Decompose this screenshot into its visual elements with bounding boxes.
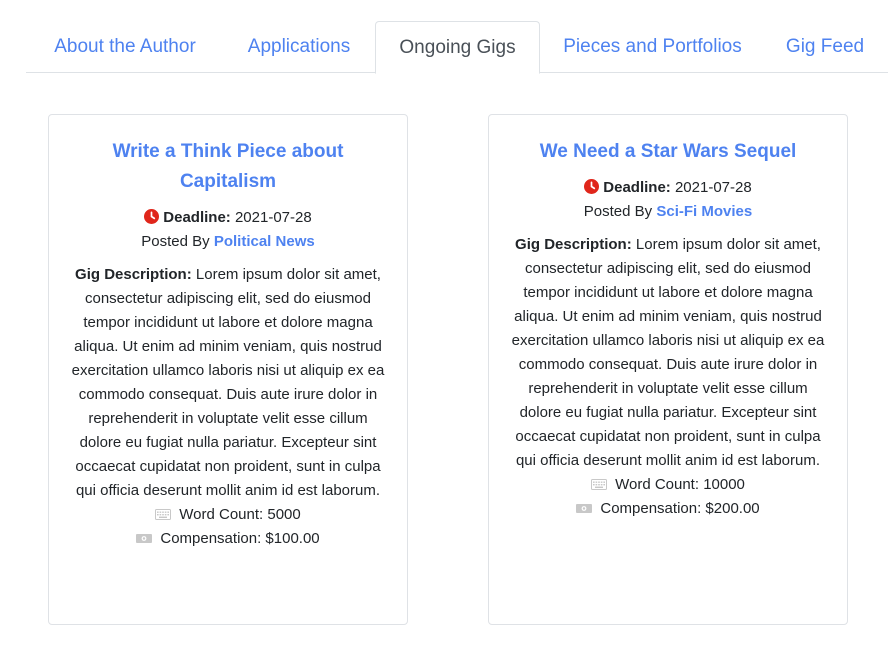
deadline-line: Deadline: 2021-07-28 <box>67 206 389 230</box>
compensation-line: Compensation: $100.00 <box>67 527 389 551</box>
posted-by-line: Posted By Political News <box>67 230 389 254</box>
deadline-label: Deadline: <box>603 179 671 196</box>
deadline-value: 2021-07-28 <box>234 209 312 226</box>
description-label: Gig Description: <box>75 266 192 283</box>
keyboard-icon <box>591 479 608 490</box>
tab-gig-feed[interactable]: Gig Feed <box>765 21 885 73</box>
word-count: Word Count: 10000 <box>615 476 745 493</box>
gig-title-link[interactable]: Write a Think Piece about Capitalism <box>67 137 389 197</box>
word-count: Word Count: 5000 <box>179 506 301 523</box>
gig-title-link[interactable]: We Need a Star Wars Sequel <box>507 137 829 167</box>
deadline-value: 2021-07-28 <box>674 179 752 196</box>
word-count-line: Word Count: 10000 <box>507 473 829 497</box>
gig-tabs: About the Author Applications Ongoing Gi… <box>26 21 888 74</box>
description-label: Gig Description: <box>515 236 632 253</box>
cash-icon <box>576 504 593 513</box>
compensation: Compensation: $100.00 <box>160 530 320 547</box>
gig-description: Gig Description: Lorem ipsum dolor sit a… <box>67 263 389 503</box>
gig-description: Gig Description: Lorem ipsum dolor sit a… <box>507 233 829 473</box>
tab-ongoing-gigs[interactable]: Ongoing Gigs <box>375 21 540 74</box>
compensation: Compensation: $200.00 <box>600 500 760 517</box>
word-count-line: Word Count: 5000 <box>67 503 389 527</box>
cash-icon <box>136 534 153 543</box>
tab-applications[interactable]: Applications <box>224 21 374 73</box>
deadline-line: Deadline: 2021-07-28 <box>507 176 829 200</box>
clock-icon <box>584 179 600 194</box>
posted-by-link[interactable]: Political News <box>214 233 315 250</box>
posted-by-link[interactable]: Sci-Fi Movies <box>656 203 752 220</box>
deadline-label: Deadline: <box>163 209 231 226</box>
gig-card: We Need a Star Wars Sequel Deadline: 202… <box>488 114 848 625</box>
gig-card: Write a Think Piece about Capitalism Dea… <box>48 114 408 625</box>
posted-by-label: Posted By <box>583 203 653 220</box>
posted-by-line: Posted By Sci-Fi Movies <box>507 200 829 224</box>
description-text: Lorem ipsum dolor sit amet, consectetur … <box>71 266 385 499</box>
keyboard-icon <box>155 509 172 520</box>
tab-pieces-and-portfolios[interactable]: Pieces and Portfolios <box>540 21 765 73</box>
description-text: Lorem ipsum dolor sit amet, consectetur … <box>511 236 825 469</box>
tab-about-the-author[interactable]: About the Author <box>26 21 224 73</box>
posted-by-label: Posted By <box>141 233 210 250</box>
compensation-line: Compensation: $200.00 <box>507 497 829 521</box>
clock-icon <box>144 209 160 224</box>
